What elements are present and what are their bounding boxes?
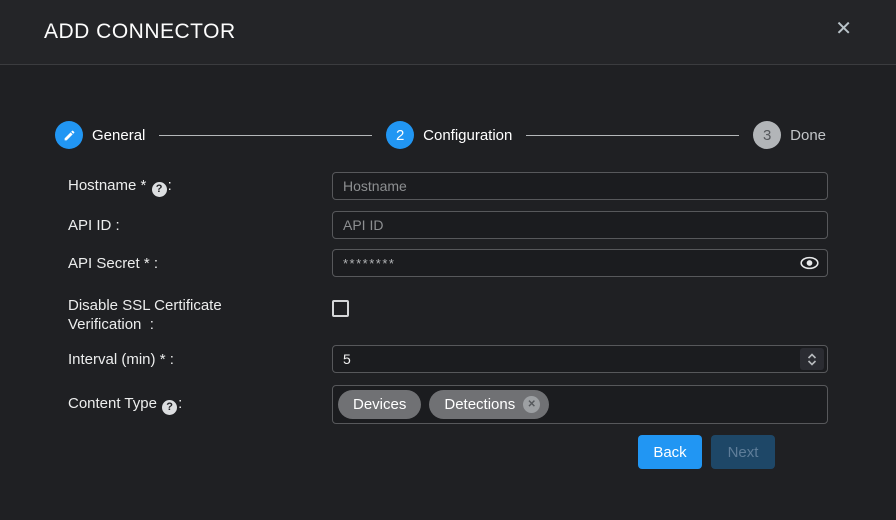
chip-detections: Detections ✕ (429, 390, 549, 419)
show-password-eye-icon[interactable] (800, 256, 819, 271)
chevron-down-icon (807, 360, 817, 366)
content-type-multiselect[interactable]: Devices Detections ✕ (332, 385, 828, 424)
disable-ssl-label: Disable SSL Certificate Verification : (68, 296, 332, 334)
step-configuration-label: Configuration (423, 127, 512, 144)
stepper-connector (526, 135, 739, 136)
step-configuration[interactable]: 2 Configuration (386, 121, 512, 149)
help-icon[interactable]: ? (152, 182, 167, 197)
stepper-connector (159, 135, 372, 136)
content-type-label: Content Type ?: (68, 394, 332, 415)
hostname-label: Hostname * ?: (68, 176, 332, 197)
step-general-circle[interactable] (55, 121, 83, 149)
hostname-input[interactable] (332, 172, 828, 200)
pencil-icon (63, 129, 76, 142)
required-mark: * (141, 177, 147, 194)
close-icon[interactable]: ✕ (835, 19, 852, 39)
next-button[interactable]: Next (711, 435, 775, 469)
disable-ssl-row: Disable SSL Certificate Verification : (68, 296, 828, 334)
back-button[interactable]: Back (638, 435, 702, 469)
number-stepper[interactable] (800, 348, 824, 370)
step-done: 3 Done (753, 121, 826, 149)
chip-devices: Devices (338, 390, 421, 419)
chevron-up-icon (807, 353, 817, 359)
step-done-circle: 3 (753, 121, 781, 149)
interval-input[interactable] (332, 345, 828, 373)
step-general[interactable]: General (55, 121, 145, 149)
api-secret-row: API Secret * : (68, 249, 828, 277)
interval-label: Interval (min) * : (68, 350, 332, 369)
step-general-label: General (92, 127, 145, 144)
add-connector-dialog: ADD CONNECTOR ✕ General 2 Configuration … (0, 0, 896, 520)
api-id-label: API ID : (68, 216, 332, 235)
hostname-row: Hostname * ?: (68, 172, 828, 200)
interval-row: Interval (min) * : (68, 345, 828, 373)
wizard-stepper: General 2 Configuration 3 Done (55, 121, 826, 149)
dialog-title: ADD CONNECTOR (44, 20, 236, 44)
dialog-footer: Back Next (68, 435, 828, 469)
dialog-header: ADD CONNECTOR ✕ (0, 0, 896, 65)
api-id-input[interactable] (332, 211, 828, 239)
step-done-label: Done (790, 127, 826, 144)
disable-ssl-checkbox[interactable] (332, 300, 349, 317)
api-secret-label: API Secret * : (68, 254, 332, 273)
api-secret-input[interactable] (332, 249, 828, 277)
connector-form: Hostname * ?: API ID : API Secret * : (0, 172, 896, 469)
step-configuration-circle[interactable]: 2 (386, 121, 414, 149)
chip-remove-icon[interactable]: ✕ (523, 396, 540, 413)
help-icon[interactable]: ? (162, 400, 177, 415)
api-id-row: API ID : (68, 211, 828, 239)
content-type-row: Content Type ?: Devices Detections ✕ (68, 385, 828, 424)
